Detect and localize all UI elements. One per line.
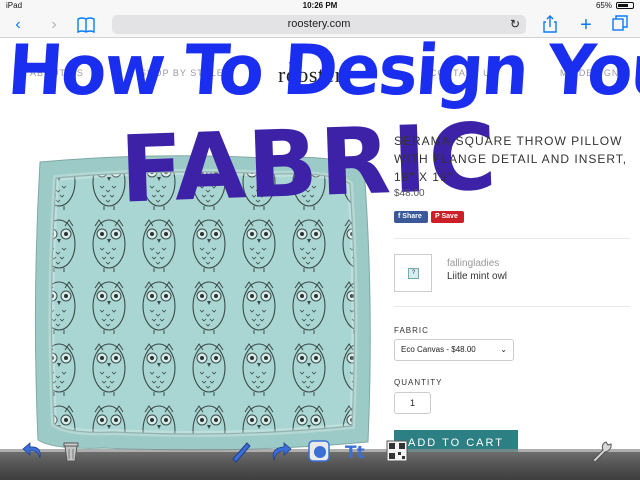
qr-icon[interactable] (384, 438, 410, 464)
shape-icon[interactable] (306, 438, 332, 464)
redo-icon[interactable] (268, 438, 294, 464)
divider (394, 306, 630, 307)
fabric-label: FABRIC (394, 326, 429, 335)
url-text: roostery.com (287, 18, 351, 30)
pinterest-save-button[interactable]: P Save (431, 211, 464, 223)
quantity-input[interactable]: 1 (394, 392, 431, 414)
designer-name[interactable]: fallingladies (447, 258, 499, 269)
fabric-selected-value: Eco Canvas - $48.00 (401, 345, 476, 354)
wrench-icon[interactable] (588, 438, 614, 464)
facebook-share-label: Share (402, 213, 422, 220)
undo-icon[interactable] (20, 438, 46, 464)
pen-icon[interactable] (228, 438, 254, 464)
design-name[interactable]: Liitle mint owl (447, 271, 507, 282)
facebook-share-button[interactable]: f Share (394, 211, 428, 223)
overlay-title-line1: How To Design Your Own (5, 30, 640, 111)
design-thumbnail[interactable]: ? (394, 254, 432, 292)
fabric-select[interactable]: Eco Canvas - $48.00 ⌄ (394, 339, 514, 361)
quantity-label: QUANTITY (394, 378, 443, 387)
battery-percent: 65% (595, 1, 612, 10)
divider (394, 238, 630, 239)
product-price: $48.00 (394, 188, 425, 199)
status-bar: iPad 10:26 PM 65% (0, 0, 640, 12)
battery-indicator: 65% (596, 1, 634, 10)
design-thumbnail-icon: ? (408, 268, 419, 279)
product-title: SERAMA-SQUARE THROW PILLOW WITH FLANGE D… (394, 134, 628, 184)
text-icon[interactable]: Tt (344, 438, 370, 464)
trash-icon[interactable] (58, 438, 84, 464)
clock: 10:26 PM (302, 1, 338, 10)
svg-text:Tt: Tt (345, 443, 365, 463)
pinterest-save-label: Save (441, 213, 458, 220)
battery-icon (616, 2, 634, 9)
chevron-down-icon: ⌄ (500, 345, 507, 354)
